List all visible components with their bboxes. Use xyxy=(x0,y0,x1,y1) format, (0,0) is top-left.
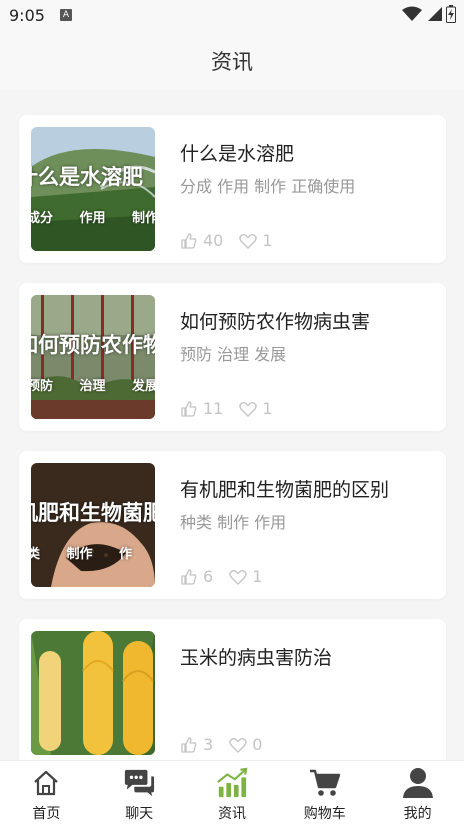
heart-icon xyxy=(229,569,247,585)
like-stat[interactable]: 3 xyxy=(180,735,213,754)
like-count: 3 xyxy=(203,735,214,754)
signal-icon xyxy=(428,7,442,21)
article-title: 如何预防农作物病虫害 xyxy=(180,311,371,333)
notification-icon: A xyxy=(60,9,72,21)
page-title: 资讯 xyxy=(211,50,253,74)
tab-label: 首页 xyxy=(32,806,61,822)
bottom-tab-bar: 首页 聊天 资讯 购物车 我的 xyxy=(0,760,464,825)
tab-cart[interactable]: 购物车 xyxy=(278,761,371,825)
thumbnail-title: 如何预防农作物病虫 xyxy=(31,333,155,357)
thumbs-up-icon xyxy=(181,400,197,417)
article-title: 有机肥和生物菌肥的区别 xyxy=(180,479,390,501)
home-icon xyxy=(30,767,62,799)
article-card[interactable]: 机肥和生物菌肥的 类 制作 作 有机肥和生物菌肥的区别 种类 制作 作用 6 1 xyxy=(19,451,446,599)
favorite-stat[interactable]: 1 xyxy=(239,399,273,418)
article-thumbnail: 机肥和生物菌肥的 类 制作 作 xyxy=(31,463,155,587)
like-stat[interactable]: 6 xyxy=(180,567,213,586)
tab-label: 资讯 xyxy=(217,806,246,822)
tab-label: 聊天 xyxy=(125,806,154,822)
heart-icon xyxy=(239,233,258,249)
article-feed[interactable]: 什么是水溶肥 成分 作用 制作 什么是水溶肥 分成 作用 制作 正确使用 40 … xyxy=(0,90,464,760)
like-count: 40 xyxy=(203,231,224,250)
article-stats: 11 1 xyxy=(180,399,289,418)
status-bar: 9:05 A xyxy=(0,0,464,32)
tab-news[interactable]: 资讯 xyxy=(186,761,279,825)
article-stats: 6 1 xyxy=(180,567,278,586)
article-tags: 分成 作用 制作 正确使用 xyxy=(180,177,356,196)
top-bar: 资讯 xyxy=(0,32,464,90)
tab-profile[interactable]: 我的 xyxy=(371,761,464,825)
chart-icon xyxy=(216,767,248,799)
battery-icon xyxy=(446,5,456,23)
article-thumbnail xyxy=(31,631,155,755)
favorite-stat[interactable]: 0 xyxy=(229,735,262,754)
tab-chat[interactable]: 聊天 xyxy=(93,761,186,825)
favorite-count: 0 xyxy=(252,735,263,754)
favorite-count: 1 xyxy=(252,567,263,586)
chat-icon xyxy=(123,767,155,799)
cart-icon xyxy=(309,767,341,799)
like-count: 6 xyxy=(203,567,214,586)
like-stat[interactable]: 11 xyxy=(180,399,223,418)
article-card[interactable]: 什么是水溶肥 成分 作用 制作 什么是水溶肥 分成 作用 制作 正确使用 40 … xyxy=(19,115,446,263)
article-stats: 40 1 xyxy=(180,231,289,250)
tab-label: 购物车 xyxy=(303,806,346,822)
wifi-icon xyxy=(402,6,422,21)
article-title: 什么是水溶肥 xyxy=(180,143,295,165)
article-stats: 3 0 xyxy=(180,735,278,754)
article-thumbnail: 什么是水溶肥 成分 作用 制作 xyxy=(31,127,155,251)
favorite-count: 1 xyxy=(262,231,273,250)
article-tags: 种类 制作 作用 xyxy=(180,513,287,532)
thumbnail-tags: 预防 治理 发展 xyxy=(31,379,155,394)
like-count: 11 xyxy=(203,399,224,418)
article-card[interactable]: 玉米的病虫害防治 3 0 xyxy=(19,619,446,760)
heart-icon xyxy=(229,737,247,753)
tab-label: 我的 xyxy=(403,806,432,822)
favorite-stat[interactable]: 1 xyxy=(239,231,273,250)
thumbs-up-icon xyxy=(181,568,197,585)
favorite-stat[interactable]: 1 xyxy=(229,567,262,586)
status-time: 9:05 xyxy=(9,6,45,25)
heart-icon xyxy=(239,401,258,417)
status-icons xyxy=(402,5,456,23)
thumbnail-tags: 成分 作用 制作 xyxy=(31,211,155,226)
thumbs-up-icon xyxy=(181,232,197,249)
article-title: 玉米的病虫害防治 xyxy=(180,647,333,669)
article-card[interactable]: 如何预防农作物病虫 预防 治理 发展 如何预防农作物病虫害 预防 治理 发展 1… xyxy=(19,283,446,431)
article-thumbnail: 如何预防农作物病虫 预防 治理 发展 xyxy=(31,295,155,419)
like-stat[interactable]: 40 xyxy=(180,231,223,250)
tab-home[interactable]: 首页 xyxy=(0,761,93,825)
thumbnail-tags: 类 制作 作 xyxy=(31,547,133,562)
user-icon xyxy=(402,767,434,799)
article-tags: 预防 治理 发展 xyxy=(180,345,287,364)
thumbnail-title: 什么是水溶肥 xyxy=(31,165,143,189)
thumbnail-title: 机肥和生物菌肥的 xyxy=(31,501,155,525)
thumbs-up-icon xyxy=(181,736,197,753)
favorite-count: 1 xyxy=(262,399,273,418)
